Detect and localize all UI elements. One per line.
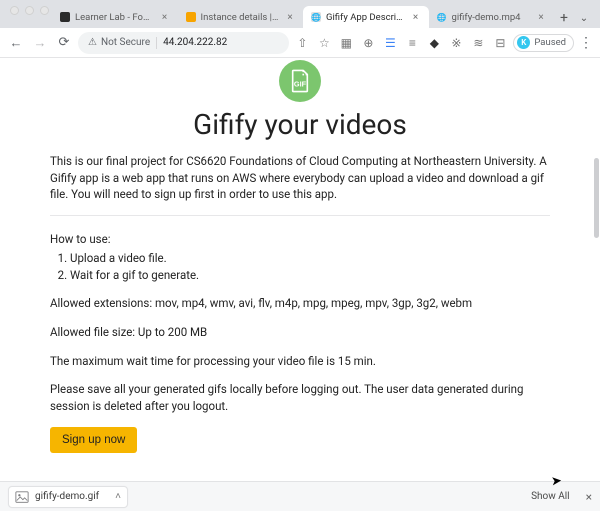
tab-title: Gifify App Description [326, 12, 406, 23]
chrome-menu-icon[interactable]: ⋮ [578, 35, 594, 51]
list-item: Wait for a gif to generate. [70, 267, 550, 284]
divider [156, 37, 157, 49]
close-icon[interactable]: × [586, 490, 592, 504]
list-item: Upload a video file. [70, 250, 550, 267]
extension-icon[interactable]: ※ [447, 33, 465, 53]
close-icon[interactable]: × [536, 12, 546, 23]
window-minimize[interactable] [25, 6, 34, 15]
toolbar: ← → ⟳ ⚠ Not Secure 44.204.222.82 ⇧ ☆ ▦ ⊕… [0, 28, 600, 58]
profile-status: Paused [534, 37, 566, 48]
tab-gifify-app[interactable]: 🌐 Gifify App Description × [303, 6, 429, 28]
bookmark-icon[interactable]: ☆ [315, 33, 333, 53]
extensions-menu-icon[interactable]: ⊟ [491, 33, 509, 53]
window-zoom[interactable] [40, 6, 49, 15]
favicon [186, 12, 196, 22]
max-wait: The maximum wait time for processing you… [50, 353, 550, 370]
show-all-downloads[interactable]: Show All [531, 491, 570, 502]
image-file-icon [15, 490, 29, 504]
scrollbar-thumb[interactable] [594, 158, 599, 238]
howto-steps: Upload a video file. Wait for a gif to g… [70, 250, 550, 283]
extension-icon[interactable]: ⊕ [359, 33, 377, 53]
sign-up-button[interactable]: Sign up now [50, 427, 137, 453]
new-tab-button[interactable]: + [554, 8, 574, 28]
download-filename: gifify-demo.gif [35, 491, 99, 502]
favicon [60, 12, 70, 22]
favicon: 🌐 [311, 12, 321, 22]
close-icon[interactable]: × [285, 12, 295, 23]
security-chip[interactable]: ⚠ Not Secure [88, 37, 150, 48]
intro-paragraph: This is our final project for CS6620 Fou… [50, 153, 550, 216]
warning-icon: ⚠ [88, 37, 97, 48]
save-note: Please save all your generated gifs loca… [50, 381, 550, 414]
close-icon[interactable]: × [411, 12, 421, 23]
tab-gifify-demo-mp4[interactable]: 🌐 gifify-demo.mp4 × [429, 6, 555, 28]
page-viewport: GIF Gifify your videos This is our final… [0, 58, 600, 481]
tab-overflow-button[interactable]: ⌄ [574, 8, 594, 28]
tab-title: Instance details | EC2 Mana [201, 12, 281, 23]
security-label: Not Secure [101, 37, 150, 48]
page-content: GIF Gifify your videos This is our final… [50, 60, 550, 473]
window-controls [10, 6, 49, 15]
extension-icon[interactable]: ≋ [469, 33, 487, 53]
share-icon[interactable]: ⇧ [293, 33, 311, 53]
tab-learner-lab[interactable]: Learner Lab - Foundational S × [52, 6, 178, 28]
extension-icon[interactable]: ▦ [337, 33, 355, 53]
extension-icon[interactable]: ◆ [425, 33, 443, 53]
close-icon[interactable]: × [160, 12, 170, 23]
howto-heading: How to use: [50, 232, 550, 246]
allowed-size: Allowed file size: Up to 200 MB [50, 324, 550, 341]
tab-title: Learner Lab - Foundational S [75, 12, 155, 23]
favicon: 🌐 [437, 12, 447, 22]
avatar: K [517, 36, 530, 49]
allowed-extensions: Allowed extensions: mov, mp4, wmv, avi, … [50, 295, 550, 312]
extension-icon[interactable]: ≡ [403, 33, 421, 53]
page-title: Gifify your videos [50, 108, 550, 141]
profile-chip[interactable]: K Paused [513, 34, 574, 52]
tab-title: gifify-demo.mp4 [452, 12, 532, 23]
forward-button[interactable]: → [30, 33, 50, 53]
back-button[interactable]: ← [6, 33, 26, 53]
address-bar[interactable]: ⚠ Not Secure 44.204.222.82 [78, 32, 289, 54]
file-gif-icon: GIF [287, 68, 313, 94]
extension-icon[interactable]: ☰ [381, 33, 399, 53]
reload-button[interactable]: ⟳ [54, 33, 74, 53]
toolbar-actions: ⇧ ☆ ▦ ⊕ ☰ ≡ ◆ ※ ≋ ⊟ K Paused ⋮ [293, 33, 594, 53]
window-close[interactable] [10, 6, 19, 15]
tab-strip: Learner Lab - Foundational S × Instance … [0, 0, 600, 28]
url-text: 44.204.222.82 [163, 37, 227, 48]
chevron-up-icon[interactable]: ˄ [115, 491, 121, 502]
svg-text:GIF: GIF [294, 80, 307, 89]
download-item[interactable]: gifify-demo.gif ˄ [8, 486, 128, 508]
downloads-bar: gifify-demo.gif ˄ Show All × [0, 481, 600, 511]
tab-instance-details[interactable]: Instance details | EC2 Mana × [178, 6, 304, 28]
gif-logo: GIF [279, 60, 321, 102]
